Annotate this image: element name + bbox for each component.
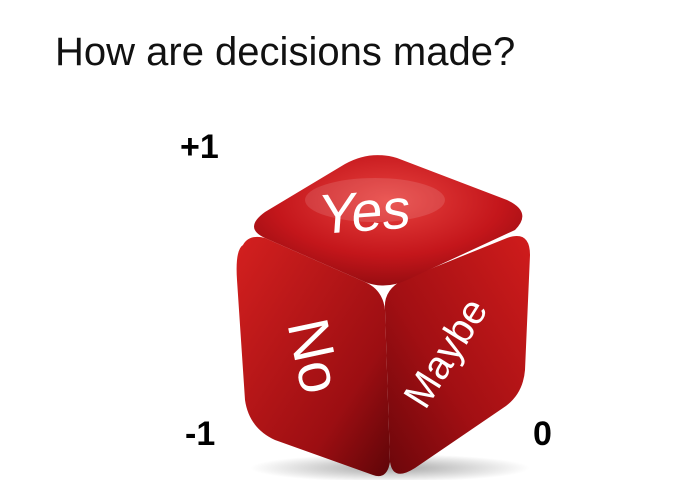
slide-title: How are decisions made? bbox=[55, 30, 516, 74]
label-minus-one: -1 bbox=[185, 415, 216, 453]
label-plus-one: +1 bbox=[180, 128, 219, 166]
dice-svg: Yes No Maybe bbox=[236, 155, 530, 480]
dice-yes-text: Yes bbox=[317, 176, 413, 246]
decision-dice-image: Yes No Maybe bbox=[225, 150, 545, 480]
